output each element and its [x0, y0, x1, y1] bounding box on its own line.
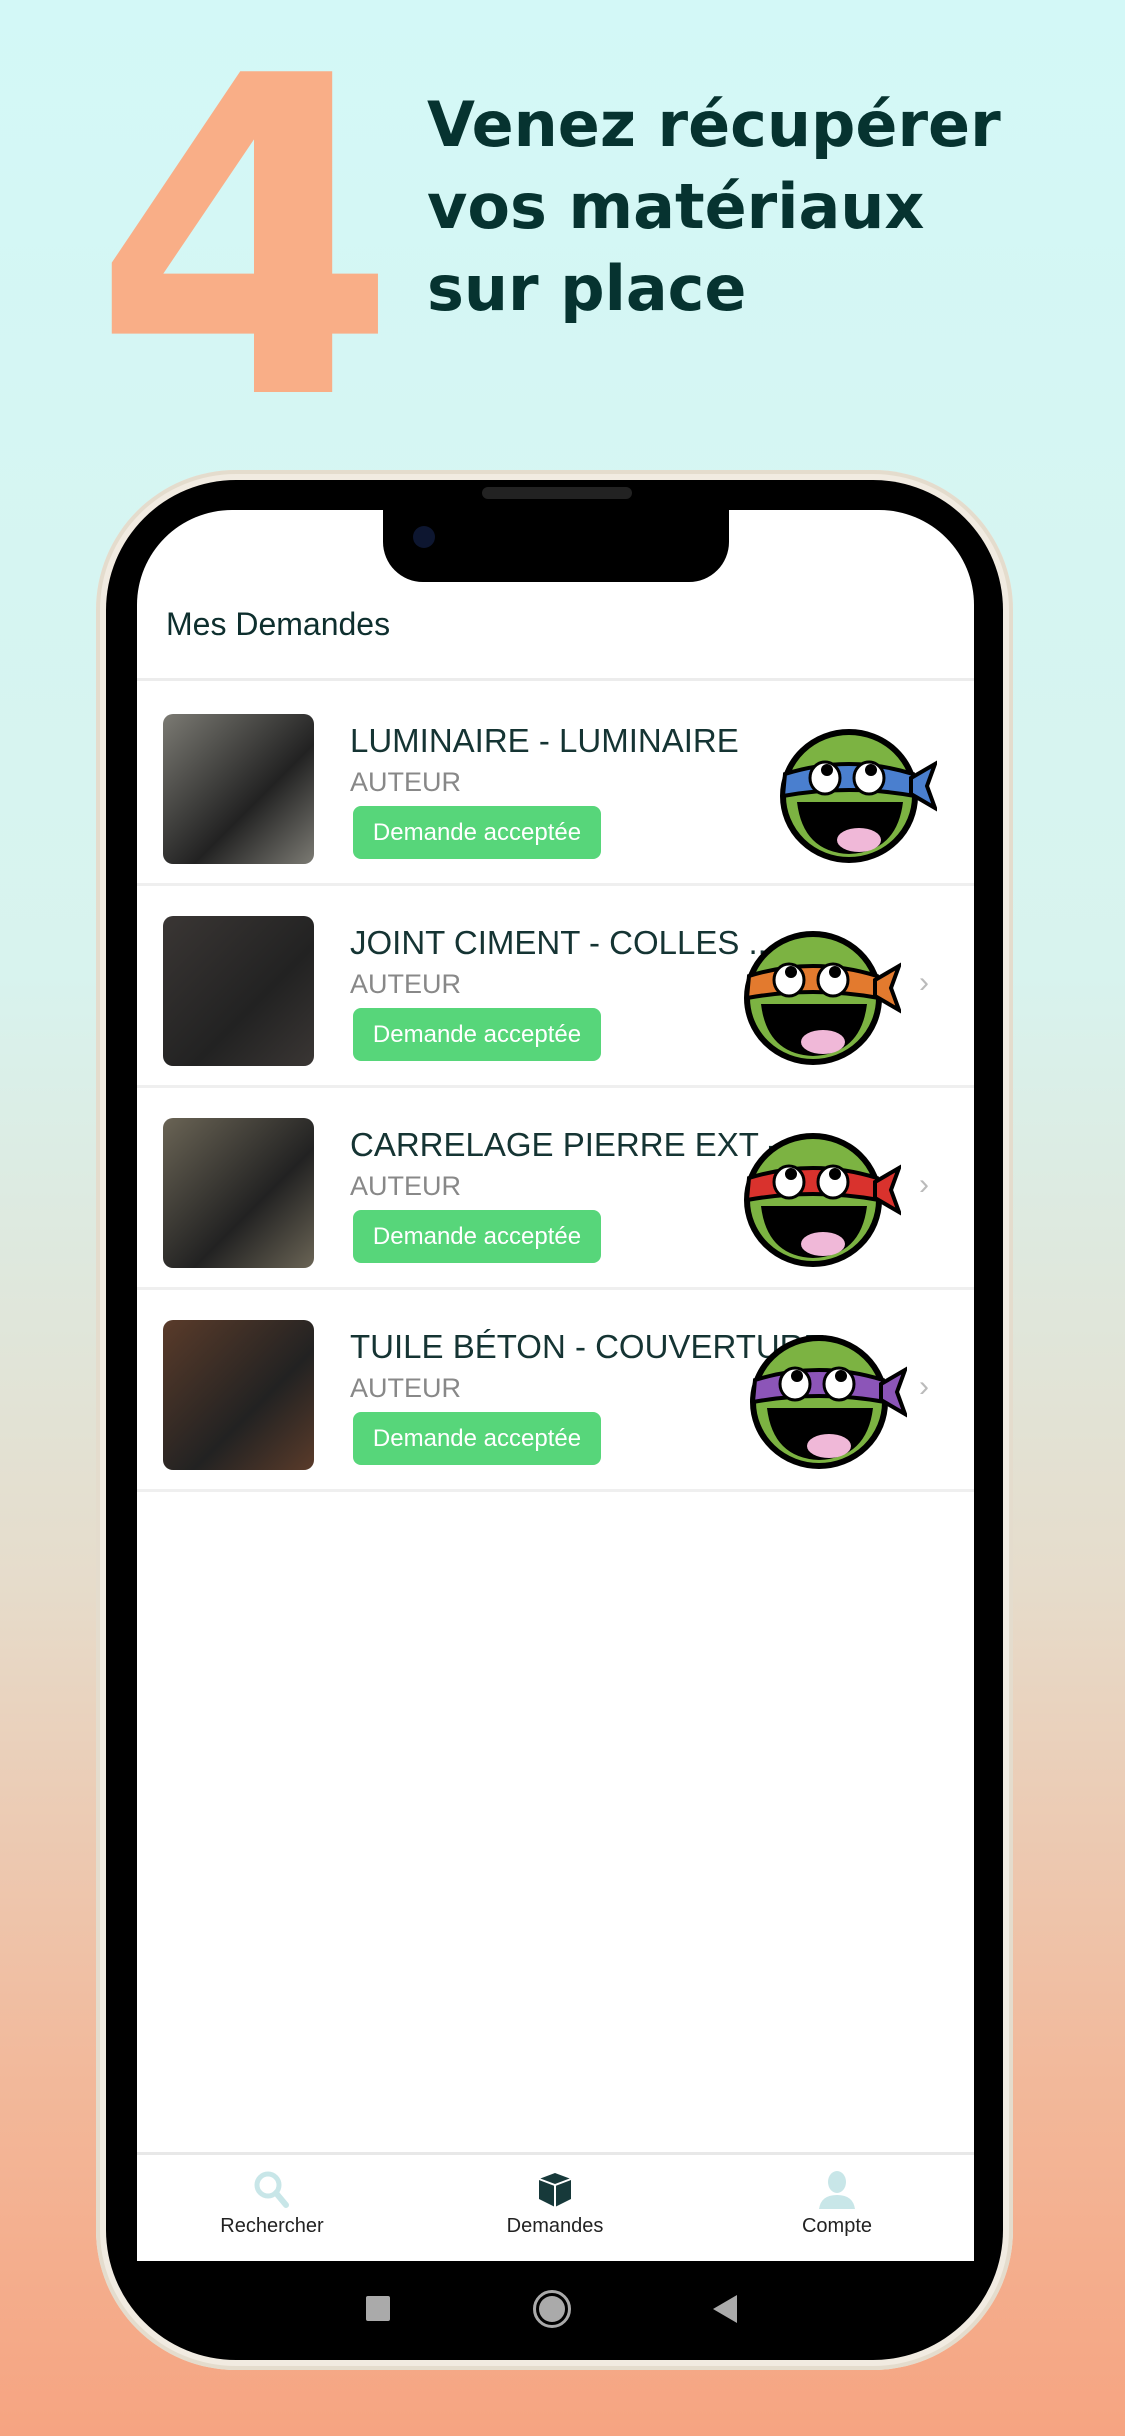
item-thumbnail — [163, 916, 314, 1066]
headline-line: Venez récupérer — [427, 88, 1001, 161]
user-icon — [819, 2171, 855, 2209]
turtle-face-sticker — [744, 931, 901, 1065]
request-item[interactable]: CARRELAGE PIERRE EXT -... AUTEUR Demande… — [137, 1088, 974, 1290]
step-number: 4 — [92, 0, 398, 496]
status-badge: Demande acceptée — [353, 1412, 601, 1465]
item-author: AUTEUR — [350, 969, 462, 999]
tab-label: Compte — [801, 2215, 873, 2237]
search-icon — [254, 2171, 289, 2208]
page-title: Mes Demandes — [166, 606, 391, 642]
request-item[interactable]: JOINT CIMENT - COLLES ... AUTEUR Demande… — [137, 886, 974, 1088]
item-title: LUMINAIRE - LUMINAIRE — [350, 722, 739, 759]
recents-button[interactable] — [366, 2296, 390, 2321]
speaker — [482, 487, 632, 499]
back-button[interactable] — [713, 2295, 737, 2323]
item-thumbnail — [163, 1118, 314, 1268]
turtle-face-sticker — [780, 729, 937, 863]
tab-bar: Rechercher Demandes Compte — [137, 2152, 974, 2261]
turtle-face-sticker — [744, 1133, 901, 1267]
item-thumbnail — [163, 714, 314, 864]
app-screen: Mes Demandes LUMINAIRE - LUMINAIRE AUTEU… — [137, 510, 974, 2261]
item-author: AUTEUR — [350, 767, 462, 797]
status-badge: Demande acceptée — [353, 806, 601, 859]
android-nav-bar — [0, 2280, 1125, 2340]
headline-line: vos matériaux — [427, 170, 925, 243]
status-badge: Demande acceptée — [353, 1008, 601, 1061]
tab-rechercher[interactable]: Rechercher — [172, 2169, 372, 2238]
tab-label: Rechercher — [220, 2215, 324, 2237]
promo-headline: Venez récupérer vos matériaux sur place — [427, 84, 1001, 330]
item-author: AUTEUR — [350, 1171, 462, 1201]
item-author: AUTEUR — [350, 1373, 462, 1403]
headline-line: sur place — [427, 252, 747, 325]
camera — [413, 526, 435, 548]
box-icon — [538, 2173, 572, 2207]
status-badge: Demande acceptée — [353, 1210, 601, 1263]
tab-compte[interactable]: Compte — [737, 2169, 937, 2238]
chevron-right-icon[interactable]: › — [919, 1370, 929, 1404]
tab-demandes[interactable]: Demandes — [455, 2169, 655, 2238]
tab-label: Demandes — [506, 2215, 604, 2237]
request-item[interactable]: TUILE BÉTON - COUVERTURE AUTEUR Demande … — [137, 1290, 974, 1492]
item-title: CARRELAGE PIERRE EXT -... — [350, 1126, 807, 1163]
turtle-face-sticker — [750, 1335, 907, 1469]
item-title: JOINT CIMENT - COLLES ... — [350, 924, 777, 961]
chevron-right-icon[interactable]: › — [919, 1168, 929, 1202]
item-thumbnail — [163, 1320, 314, 1470]
home-button[interactable] — [533, 2290, 571, 2328]
notch — [383, 510, 729, 582]
chevron-right-icon[interactable]: › — [919, 966, 929, 1000]
request-item[interactable]: LUMINAIRE - LUMINAIRE AUTEUR Demande acc… — [137, 684, 974, 886]
